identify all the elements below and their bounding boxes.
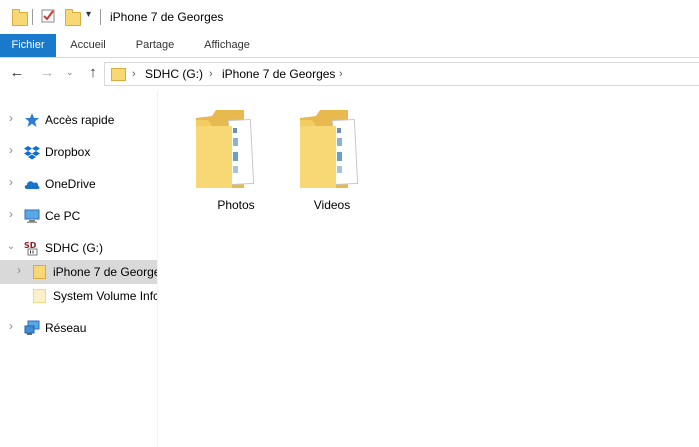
folder-icon (33, 265, 46, 279)
star-icon (25, 113, 39, 127)
folder-label: Photos (217, 198, 255, 212)
nav-item-label: OneDrive (45, 177, 96, 191)
nav-item-ce-pc[interactable]: › Ce PC (0, 204, 157, 228)
nav-item-label: System Volume Infc (53, 289, 157, 303)
nav-item-onedrive[interactable]: › OneDrive (0, 172, 157, 196)
nav-item-system-volume[interactable]: System Volume Infc (0, 284, 157, 308)
up-arrow-icon[interactable]: ↑ (84, 58, 102, 88)
nav-item-label: Accès rapide (45, 113, 115, 127)
expand-chevron-icon[interactable]: › (6, 175, 16, 189)
nav-item-label: SDHC (G:) (45, 241, 103, 255)
customize-dropdown-icon[interactable]: ▾ (86, 9, 91, 20)
navigation-bar: ← → ⌄ ↑ › SDHC (G:) › iPhone 7 de George… (0, 58, 699, 90)
chevron-right-icon[interactable]: › (209, 63, 213, 85)
separator (100, 9, 101, 25)
nav-item-sdhc[interactable]: ⌄ SD SDHC (G:) (0, 236, 157, 260)
expand-chevron-icon[interactable]: › (6, 207, 16, 221)
nav-item-dropbox[interactable]: › Dropbox (0, 140, 157, 164)
breadcrumb-sdhc[interactable]: SDHC (G:) (145, 63, 203, 85)
nav-item-label: Ce PC (45, 209, 81, 223)
properties-icon[interactable] (40, 8, 56, 24)
nav-item-acces-rapide[interactable]: › Accès rapide (0, 108, 157, 132)
cloud-icon (24, 181, 40, 189)
folder-icon (300, 110, 359, 188)
dropbox-icon (24, 146, 40, 160)
collapse-chevron-icon[interactable]: ⌄ (6, 241, 16, 252)
folder-icon (111, 68, 126, 81)
content-area: Photos Videos (158, 90, 699, 447)
folder-icon (196, 110, 255, 188)
folder-icon (33, 289, 46, 303)
folder-icon (12, 9, 28, 26)
folder-item-photos[interactable]: Photos (186, 106, 286, 216)
chevron-right-icon[interactable]: › (339, 63, 343, 85)
computer-icon (24, 209, 40, 223)
ribbon-tabs: Fichier Accueil Partage Affichage (0, 34, 699, 58)
expand-chevron-icon[interactable]: › (6, 111, 16, 125)
title-bar: ▾ iPhone 7 de Georges (0, 0, 699, 34)
address-bar[interactable]: › SDHC (G:) › iPhone 7 de Georges › (104, 62, 699, 86)
tab-partage[interactable]: Partage (126, 34, 184, 57)
nav-item-label: iPhone 7 de Georges (53, 265, 157, 279)
tab-affichage[interactable]: Affichage (194, 34, 260, 57)
sd-card-icon: SD (24, 241, 38, 256)
tab-accueil[interactable]: Accueil (60, 34, 116, 57)
tab-fichier[interactable]: Fichier (0, 34, 56, 57)
expand-chevron-icon[interactable]: › (6, 319, 16, 333)
recent-locations-chevron-icon[interactable]: ⌄ (66, 67, 74, 78)
folder-label: Videos (313, 198, 351, 212)
navigation-pane: › Accès rapide › Dropbox › OneDrive › Ce… (0, 90, 158, 447)
nav-item-label: Réseau (45, 321, 87, 335)
network-icon (24, 320, 40, 335)
expand-chevron-icon[interactable]: › (6, 143, 16, 157)
folder-item-videos[interactable]: Videos (282, 106, 382, 216)
nav-item-iphone-folder[interactable]: › iPhone 7 de Georges (0, 260, 157, 284)
expand-chevron-icon[interactable]: › (14, 263, 24, 277)
chevron-right-icon[interactable]: › (132, 63, 136, 85)
new-folder-icon[interactable] (65, 9, 81, 26)
separator (32, 9, 33, 25)
forward-arrow-icon[interactable]: → (38, 58, 56, 88)
nav-item-reseau[interactable]: › Réseau (0, 316, 157, 340)
back-arrow-icon[interactable]: ← (8, 58, 26, 88)
window-title: iPhone 7 de Georges (110, 10, 224, 24)
breadcrumb-iphone[interactable]: iPhone 7 de Georges (222, 63, 335, 85)
nav-item-label: Dropbox (45, 145, 91, 159)
